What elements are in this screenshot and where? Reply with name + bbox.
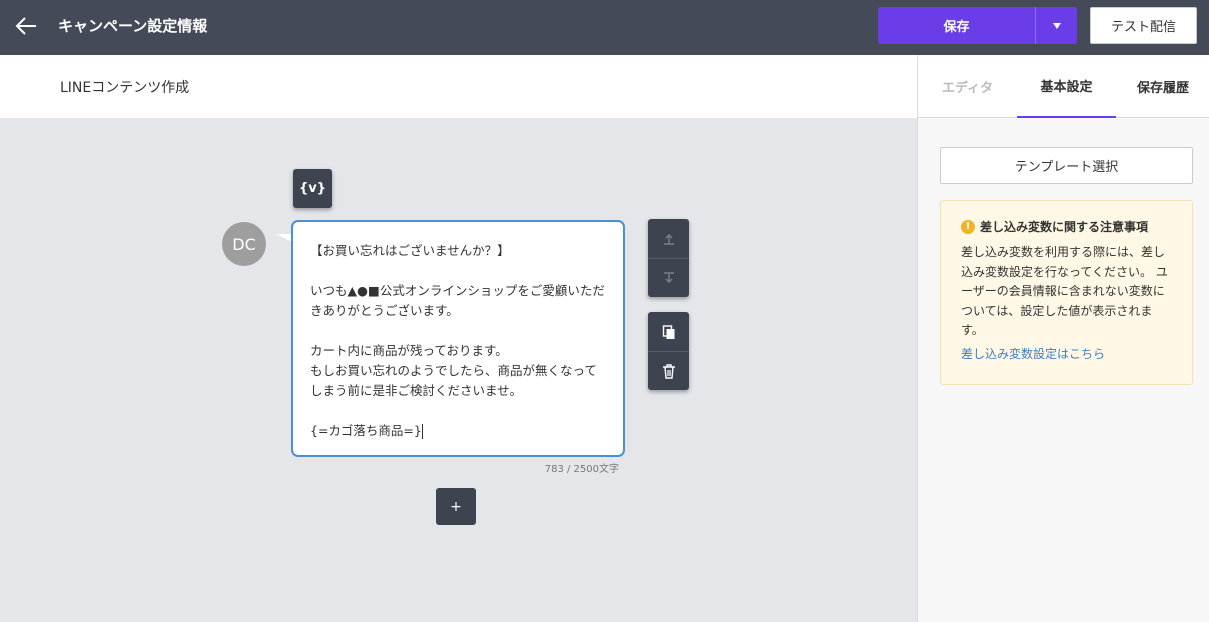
copy-button[interactable] <box>648 312 689 351</box>
message-text: 【お買い忘れはございませんか？】 いつも▲●■公式オンラインショップをご愛顧いた… <box>310 243 605 438</box>
save-button-group: 保存 <box>878 7 1077 44</box>
variable-notice: ! 差し込み変数に関する注意事項 差し込み変数を利用する際には、差し込み変数設定… <box>940 200 1193 385</box>
text-caret <box>421 424 423 439</box>
copy-icon <box>662 324 674 339</box>
insert-variable-button[interactable]: {v} <box>293 169 332 208</box>
move-up-button[interactable] <box>648 219 689 258</box>
tab-editor[interactable]: エディタ <box>918 55 1017 118</box>
template-select-button[interactable]: テンプレート選択 <box>940 147 1193 184</box>
top-header: キャンペーン設定情報 保存 テスト配信 <box>0 0 1209 55</box>
warning-icon: ! <box>961 219 975 234</box>
save-dropdown-button[interactable] <box>1036 7 1077 44</box>
tab-save-history[interactable]: 保存履歴 <box>1116 55 1209 118</box>
section-title: LINEコンテンツ作成 <box>60 80 190 96</box>
notice-title-row: ! 差し込み変数に関する注意事項 <box>961 218 1172 235</box>
editor-subheader: LINEコンテンツ作成 <box>0 55 917 118</box>
test-send-button[interactable]: テスト配信 <box>1090 7 1197 44</box>
message-text-area[interactable]: 【お買い忘れはございませんか？】 いつも▲●■公式オンラインショップをご愛顧いた… <box>291 220 625 457</box>
save-button[interactable]: 保存 <box>878 7 1035 44</box>
move-down-icon <box>663 272 674 283</box>
add-block-button[interactable]: + <box>436 488 476 525</box>
trash-icon <box>662 364 675 379</box>
move-down-button[interactable] <box>648 258 689 297</box>
page-title: キャンペーン設定情報 <box>58 17 208 35</box>
char-count: 783 / 2500文字 <box>544 464 619 475</box>
tab-basic-settings[interactable]: 基本設定 <box>1017 55 1116 118</box>
move-up-icon <box>663 233 674 245</box>
variable-settings-link[interactable]: 差し込み変数設定はこちら <box>961 345 1172 362</box>
back-arrow-icon[interactable] <box>12 12 40 40</box>
edit-tool-group <box>648 312 689 390</box>
panel-tabs: エディタ 基本設定 保存履歴 <box>918 55 1209 118</box>
move-tool-group <box>648 219 689 297</box>
delete-button[interactable] <box>648 351 689 390</box>
settings-panel: エディタ 基本設定 保存履歴 テンプレート選択 ! 差し込み変数に関する注意事項… <box>917 55 1209 622</box>
notice-title: 差し込み変数に関する注意事項 <box>980 220 1149 234</box>
chevron-down-icon <box>1052 22 1061 29</box>
bubble-tail <box>276 234 292 242</box>
notice-body: 差し込み変数を利用する際には、差し込み変数設定を行なってください。 ユーザーの会… <box>961 245 1168 337</box>
avatar: DC <box>222 222 266 266</box>
